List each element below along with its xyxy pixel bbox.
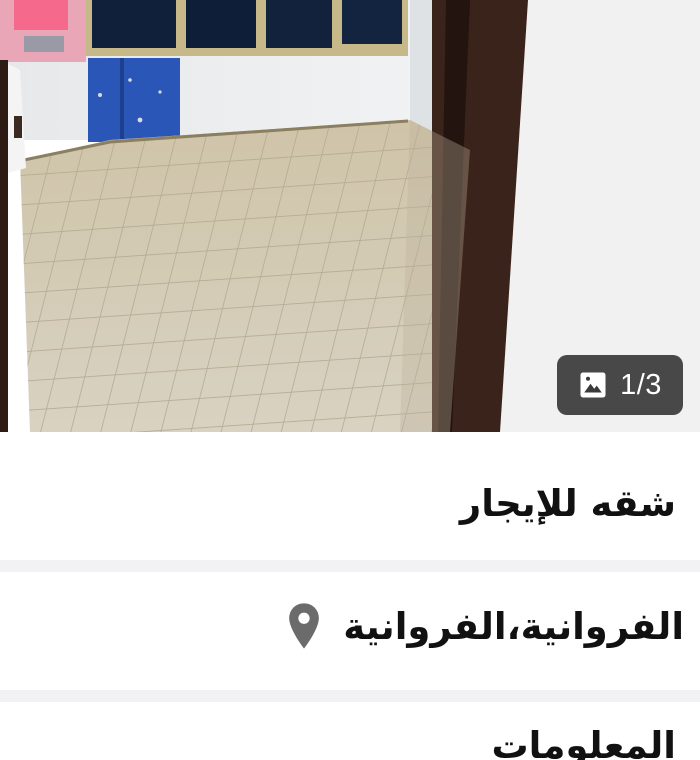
image-icon [580, 372, 606, 398]
location-text: الفروانية،الفروانية [343, 604, 684, 648]
location-row[interactable]: الفروانية،الفروانية [287, 602, 684, 650]
info-section: المعلومات [0, 702, 700, 760]
info-section-title: المعلومات [491, 724, 676, 760]
listing-detail-page: 1/3 شقه للإيجار الفروانية،الفروانية المع… [0, 0, 700, 760]
photo-gallery[interactable]: 1/3 [0, 0, 700, 432]
listing-title-section: شقه للإيجار [0, 432, 700, 560]
location-section[interactable]: الفروانية،الفروانية [0, 572, 700, 690]
image-counter-text: 1/3 [620, 368, 662, 401]
image-counter-badge[interactable]: 1/3 [557, 355, 683, 415]
listing-title: شقه للإيجار [459, 482, 676, 525]
location-pin-icon [289, 603, 320, 649]
